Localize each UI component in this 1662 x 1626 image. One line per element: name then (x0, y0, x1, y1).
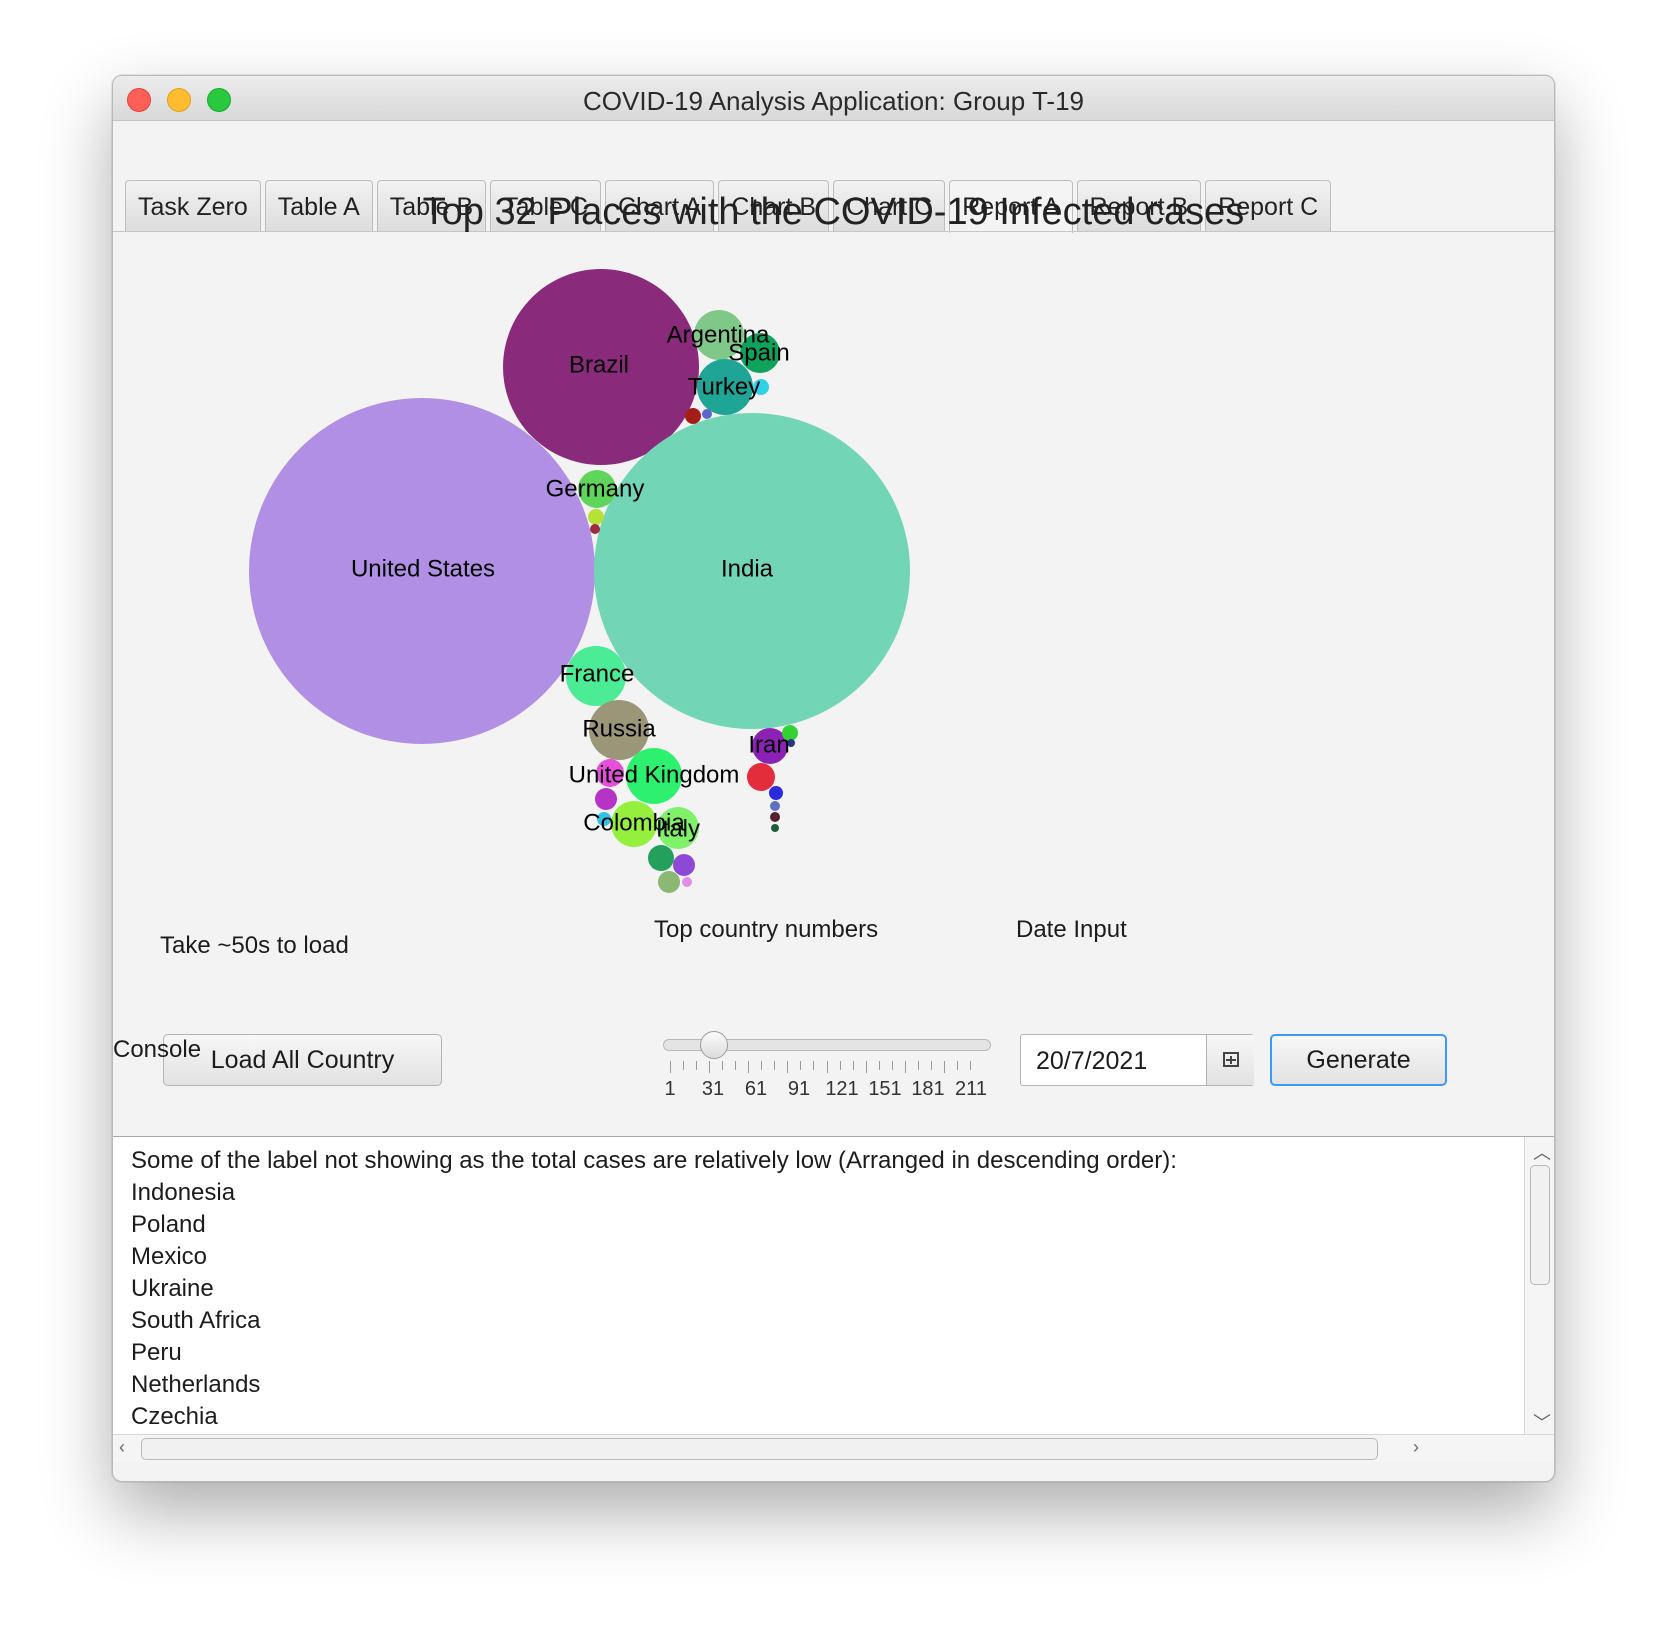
bubble-label-russia: Russia (582, 715, 656, 742)
console-line: South Africa (131, 1307, 261, 1334)
bubble-label-germany: Germany (546, 475, 645, 502)
slider-tick (761, 1061, 763, 1070)
slider-tick (696, 1061, 698, 1070)
vertical-scrollbar[interactable]: ︿ ﹀ (1524, 1137, 1554, 1434)
bubble-small[interactable] (673, 854, 695, 876)
generate-button[interactable]: Generate (1270, 1034, 1447, 1086)
calendar-button[interactable] (1206, 1035, 1254, 1085)
slider-tick (709, 1061, 711, 1073)
horizontal-scroll-thumb[interactable] (141, 1438, 1378, 1460)
console-line: Poland (131, 1211, 206, 1238)
slider-label: Top country numbers (654, 916, 879, 943)
slider-tick (878, 1061, 880, 1070)
bubble-label-turkey: Turkey (688, 373, 760, 400)
bubble-small[interactable] (648, 845, 674, 871)
slider-tick (852, 1061, 854, 1070)
slider-tick-label: 1 (664, 1078, 676, 1100)
date-input-label: Date Input (1016, 916, 1127, 943)
bubble-label-united-kingdom: United Kingdom (569, 761, 740, 788)
slider-tick-label: 121 (825, 1078, 859, 1100)
slider-ticks (670, 1061, 990, 1073)
slider-tick (787, 1061, 789, 1073)
console-line: Peru (131, 1339, 182, 1366)
slider-tick (917, 1061, 919, 1070)
slider-tick (943, 1061, 945, 1073)
bubble-small[interactable] (658, 871, 680, 893)
slider-tick (735, 1061, 737, 1070)
slider-tick (683, 1061, 685, 1070)
slider-tick (670, 1061, 671, 1073)
console-label: Console (113, 1036, 202, 1063)
console-line: Indonesia (131, 1179, 236, 1206)
scroll-left-icon[interactable]: ‹ (119, 1437, 125, 1458)
date-picker[interactable]: 20/7/2021 (1020, 1034, 1254, 1086)
slider-tick (956, 1061, 958, 1070)
slider-tick (826, 1061, 828, 1073)
bubble-small[interactable] (590, 524, 600, 534)
app-window: COVID-19 Analysis Application: Group T-1… (112, 75, 1555, 1482)
bubble-label-india: India (721, 555, 774, 582)
slider-tick (970, 1061, 971, 1070)
bubble-small[interactable] (747, 763, 775, 791)
bubble-small[interactable] (702, 409, 712, 419)
slider-tick-label: 211 (955, 1078, 987, 1100)
console-line: Mexico (131, 1243, 208, 1270)
bubble-label-france: France (560, 660, 635, 687)
console-line: Some of the label not showing as the tot… (131, 1147, 1177, 1174)
slider-tick (839, 1061, 841, 1070)
slider-tick-label: 61 (744, 1078, 768, 1100)
vertical-scroll-thumb[interactable] (1530, 1165, 1550, 1285)
horizontal-scrollbar[interactable]: ‹ › (113, 1434, 1554, 1462)
console-line: Czechia (131, 1403, 218, 1430)
slider-tick-label: 91 (787, 1078, 811, 1100)
bubble-small[interactable] (771, 824, 779, 832)
bubble-label-brazil: Brazil (569, 351, 629, 378)
bubble-small[interactable] (588, 509, 604, 525)
slider-thumb[interactable] (700, 1031, 728, 1059)
bubble-small[interactable] (769, 786, 783, 800)
slider-tick (904, 1061, 906, 1073)
console-line: Ukraine (131, 1275, 214, 1302)
scroll-down-icon[interactable]: ﹀ (1533, 1409, 1551, 1435)
console-line: Netherlands (131, 1371, 261, 1398)
slider-tick (748, 1061, 750, 1073)
bubble-label-spain: Spain (728, 339, 789, 366)
bubble-chart: United States India Brazil Argentina Spa… (249, 269, 910, 893)
calendar-icon (1223, 1052, 1239, 1067)
slider-tick (774, 1061, 776, 1070)
bubble-label-iran: Iran (748, 731, 789, 758)
slider-tick (813, 1061, 815, 1070)
bubble-small[interactable] (595, 788, 617, 810)
bubble-label-united-states: United States (351, 555, 495, 582)
slider-tick-labels: 1 31 61 91 121 151 181 211 (658, 1078, 998, 1102)
date-input-field[interactable]: 20/7/2021 (1036, 1035, 1147, 1087)
console-output: Some of the label not showing as the tot… (131, 1145, 1177, 1433)
slider-tick (865, 1061, 867, 1073)
slider-tick (930, 1061, 932, 1070)
bubble-small[interactable] (770, 801, 780, 811)
load-all-country-button[interactable]: Load All Country (163, 1034, 442, 1086)
slider-tick-label: 181 (911, 1078, 945, 1100)
bubble-small[interactable] (685, 408, 701, 424)
bubble-small[interactable] (770, 812, 780, 822)
top-country-slider[interactable]: 1 31 61 91 121 151 181 211 (658, 1024, 998, 1100)
scroll-up-icon[interactable]: ︿ (1533, 1139, 1551, 1165)
slider-tick (891, 1061, 893, 1070)
console-textarea[interactable]: Some of the label not showing as the tot… (113, 1136, 1554, 1462)
bubble-small[interactable] (682, 877, 692, 887)
slider-tick-label: 31 (701, 1078, 725, 1100)
slider-tick (722, 1061, 724, 1070)
slider-tick (800, 1061, 802, 1070)
load-hint-label: Take ~50s to load (160, 932, 349, 959)
slider-tick-label: 151 (868, 1078, 902, 1100)
scroll-right-icon[interactable]: › (1413, 1437, 1419, 1458)
bubble-label-italy: Italy (656, 815, 700, 842)
